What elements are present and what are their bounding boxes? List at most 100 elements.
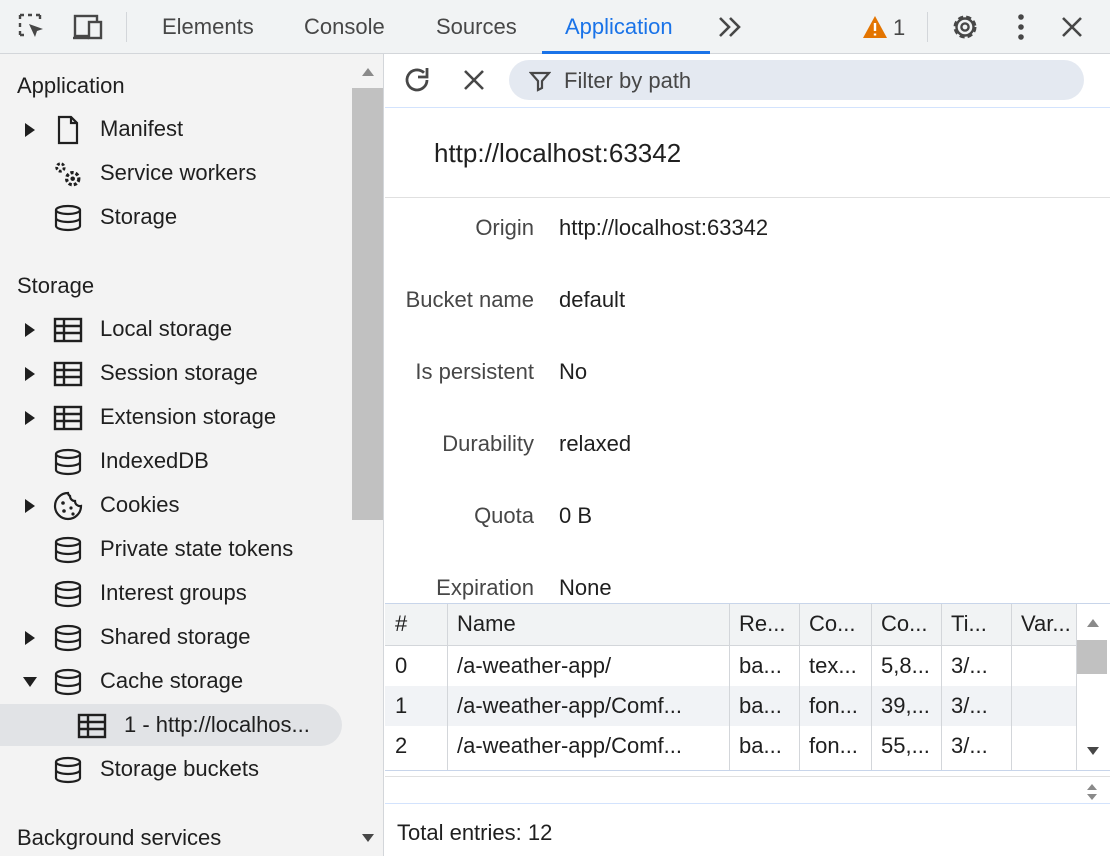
sidebar-item-extension-storage[interactable]: Extension storage	[0, 396, 352, 440]
cell-time-cached: 3/...	[951, 733, 988, 758]
scroll-up-icon[interactable]	[1086, 618, 1100, 628]
cell-content-type: fon...	[809, 693, 858, 718]
expand-arrow-icon[interactable]	[21, 629, 39, 647]
sidebar-item-cookies[interactable]: Cookies	[0, 484, 352, 528]
expand-arrow-icon[interactable]	[21, 365, 39, 383]
detail-key-quota: Quota	[474, 503, 534, 528]
expand-arrow-icon[interactable]	[21, 321, 39, 339]
warning-count[interactable]: 1	[893, 15, 905, 41]
table-row[interactable]: 0 /a-weather-app/ ba... tex... 5,8... 3/…	[385, 646, 1076, 686]
scroll-down-icon[interactable]	[360, 832, 376, 844]
resize-handle-icon[interactable]	[1085, 783, 1099, 801]
cell-content-type: tex...	[809, 653, 857, 678]
column-divider[interactable]	[941, 604, 942, 770]
sidebar-item-session-storage[interactable]: Session storage	[0, 352, 352, 396]
sidebar-item-indexeddb[interactable]: IndexedDB	[0, 440, 352, 484]
settings-icon[interactable]	[947, 9, 983, 45]
sidebar-item-label: Session storage	[100, 360, 258, 385]
detail-value-expiration: None	[559, 575, 612, 600]
database-icon	[52, 203, 84, 233]
cell-index: 0	[395, 653, 408, 678]
column-header-content-type[interactable]: Co...	[799, 604, 871, 644]
cache-toolbar: Filter by path	[385, 54, 1110, 108]
column-divider[interactable]	[799, 604, 800, 770]
more-options-icon[interactable]	[1003, 9, 1039, 45]
sidebar-item-cache-storage[interactable]: Cache storage	[0, 660, 352, 704]
sidebar-item-shared-storage[interactable]: Shared storage	[0, 616, 352, 660]
sidebar-item-storage-buckets[interactable]: Storage buckets	[0, 748, 352, 792]
database-icon	[52, 755, 84, 785]
sidebar-item-label: Cookies	[100, 492, 180, 517]
sidebar-item-manifest[interactable]: Manifest	[0, 108, 352, 152]
divider	[385, 197, 1110, 198]
cell-name: /a-weather-app/	[457, 653, 612, 678]
column-header-content-length[interactable]: Co...	[871, 604, 941, 644]
tab-sources[interactable]: Sources	[432, 0, 521, 54]
database-icon	[52, 623, 84, 653]
table-scrollbar[interactable]	[1076, 604, 1110, 770]
sidebar-item-cache-entry[interactable]: 1 - http://localhos...	[0, 704, 352, 748]
device-toolbar-icon[interactable]	[70, 9, 106, 45]
clear-icon[interactable]	[456, 62, 492, 98]
toolbar-separator	[927, 12, 928, 42]
cell-content-length: 5,8...	[881, 653, 930, 678]
sidebar-item-label: Cache storage	[100, 668, 244, 693]
expand-arrow-icon[interactable]	[21, 497, 39, 515]
close-icon[interactable]	[1054, 9, 1090, 45]
warning-icon[interactable]	[857, 9, 893, 45]
expand-arrow-icon[interactable]	[21, 409, 39, 427]
table-header-row: # Name Re... Co... Co... Ti... Var...	[385, 604, 1076, 646]
column-divider[interactable]	[1011, 604, 1012, 770]
cell-name: /a-weather-app/Comf...	[457, 693, 682, 718]
sidebar-item-label: Manifest	[100, 116, 184, 141]
cell-vary	[1011, 646, 1076, 686]
expand-arrow-icon[interactable]	[21, 121, 39, 139]
column-divider[interactable]	[871, 604, 872, 770]
database-icon	[52, 447, 84, 477]
table-scroll-thumb[interactable]	[1077, 640, 1107, 674]
sidebar-item-private-state-tokens[interactable]: Private state tokens	[0, 528, 352, 572]
filter-by-path-input[interactable]: Filter by path	[509, 60, 1084, 100]
table-row[interactable]: 1 /a-weather-app/Comf... ba... fon... 39…	[385, 686, 1076, 726]
sidebar-item-local-storage[interactable]: Local storage	[0, 308, 352, 352]
tab-console[interactable]: Console	[300, 0, 389, 54]
cell-time-cached: 3/...	[951, 653, 988, 678]
database-icon	[52, 535, 84, 565]
cell-response-type: ba...	[739, 653, 782, 678]
sidebar-item-storage[interactable]: Storage	[0, 196, 352, 240]
more-tabs-icon[interactable]	[712, 9, 748, 45]
column-divider[interactable]	[729, 604, 730, 770]
sidebar-item-service-workers[interactable]: Service workers	[0, 152, 352, 196]
column-header-index[interactable]: #	[385, 604, 447, 644]
sidebar-item-interest-groups[interactable]: Interest groups	[0, 572, 352, 616]
column-header-response-type[interactable]: Re...	[729, 604, 799, 644]
sidebar-scrollbar[interactable]	[352, 54, 384, 856]
cell-index: 1	[395, 693, 408, 718]
sidebar-scroll-thumb[interactable]	[352, 88, 383, 520]
tab-elements[interactable]: Elements	[158, 0, 258, 54]
preview-resizer[interactable]	[385, 776, 1110, 804]
cell-time-cached: 3/...	[951, 693, 988, 718]
detail-key-durability: Durability	[442, 431, 534, 456]
sidebar-item-label: Private state tokens	[100, 536, 294, 561]
table-icon	[52, 315, 84, 345]
inspect-element-icon[interactable]	[14, 9, 50, 45]
tab-application[interactable]: Application	[561, 0, 677, 54]
sidebar-item-label: Shared storage	[100, 624, 251, 649]
column-header-name[interactable]: Name	[447, 604, 729, 644]
column-header-time-cached[interactable]: Ti...	[941, 604, 1011, 644]
sidebar-item-label: Interest groups	[100, 580, 247, 605]
refresh-icon[interactable]	[399, 62, 435, 98]
collapse-arrow-icon[interactable]	[21, 673, 39, 691]
detail-value-bucket-name: default	[559, 287, 626, 312]
detail-value-is-persistent: No	[559, 359, 588, 384]
detail-key-origin: Origin	[475, 215, 534, 240]
column-header-vary[interactable]: Var...	[1011, 604, 1076, 644]
column-divider[interactable]	[447, 604, 448, 770]
scroll-up-icon[interactable]	[360, 66, 376, 78]
table-icon	[52, 403, 84, 433]
table-row[interactable]: 2 /a-weather-app/Comf... ba... fon... 55…	[385, 726, 1076, 766]
sidebar-item-label: Local storage	[100, 316, 233, 341]
scroll-down-icon[interactable]	[1086, 746, 1100, 756]
sidebar: Application Manifest Service workers Sto…	[0, 54, 352, 856]
